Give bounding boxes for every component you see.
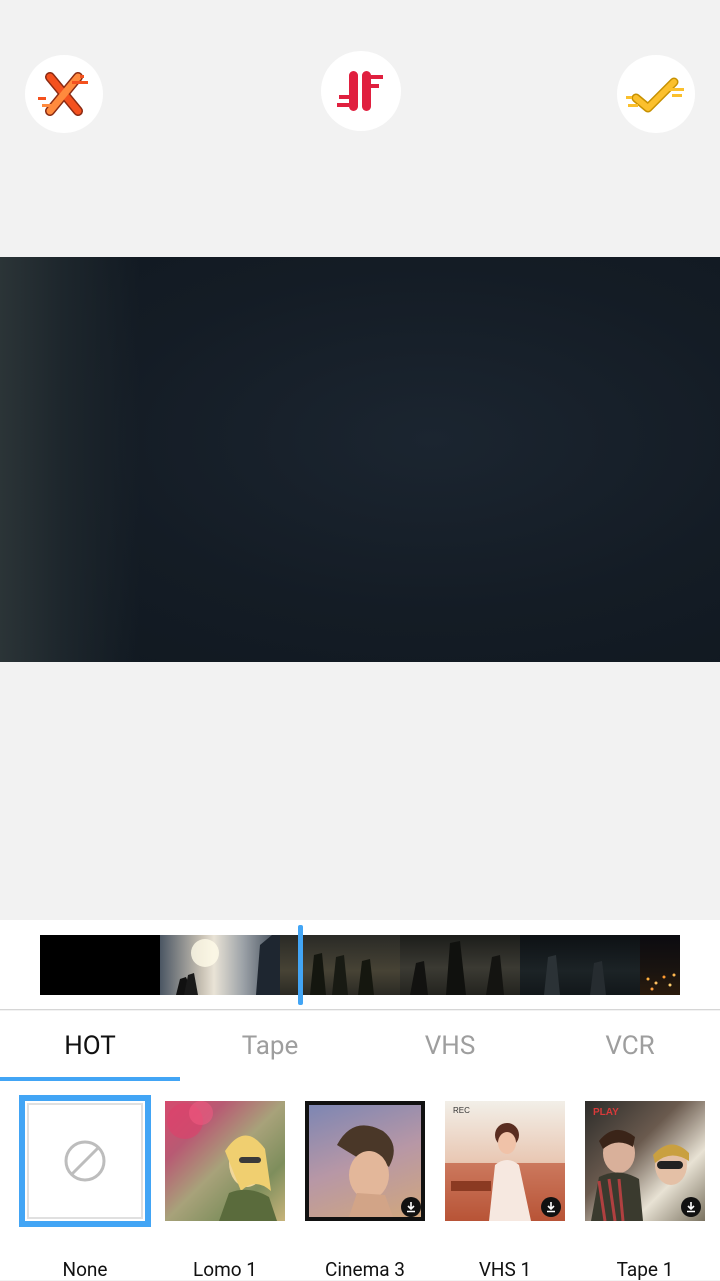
confirm-button[interactable] [617, 55, 695, 133]
download-icon [401, 1197, 421, 1217]
filter-thumbnail [305, 1101, 425, 1221]
none-thumbnail [27, 1103, 143, 1219]
top-toolbar [0, 0, 720, 257]
compare-icon [337, 71, 383, 111]
svg-text:PLAY: PLAY [593, 1107, 619, 1118]
timeline-frame [520, 935, 640, 995]
timeline-frame [40, 935, 160, 995]
tab-vcr[interactable]: VCR [540, 1011, 720, 1081]
filter-tape-1[interactable]: PLAY Tape 1 [585, 1101, 705, 1281]
tab-tape[interactable]: Tape [180, 1011, 360, 1081]
filter-label: None [62, 1258, 108, 1281]
video-preview[interactable] [0, 257, 720, 662]
filter-label: Lomo 1 [193, 1258, 257, 1281]
filter-list: None Lomo 1 Cinema 3 REC VHS 1 PLAY Tape… [0, 1081, 720, 1281]
filter-vhs-1[interactable]: REC VHS 1 [445, 1101, 565, 1281]
filter-lomo-1[interactable]: Lomo 1 [165, 1101, 285, 1281]
frame-strip[interactable] [40, 935, 680, 995]
timeline-frame [160, 935, 280, 995]
tab-hot[interactable]: HOT [0, 1011, 180, 1081]
filter-thumbnail: PLAY [585, 1101, 705, 1221]
svg-text:REC: REC [453, 1106, 470, 1115]
preview-background [0, 662, 720, 920]
checkmark-icon [626, 77, 684, 113]
download-icon [681, 1197, 701, 1217]
selected-frame [19, 1095, 151, 1227]
playhead[interactable] [298, 925, 303, 1005]
filter-label: Cinema 3 [325, 1258, 405, 1281]
timeline[interactable] [0, 920, 720, 1010]
cancel-button[interactable] [25, 55, 103, 133]
filter-thumbnail: REC [445, 1101, 565, 1221]
compare-button[interactable] [321, 51, 401, 131]
filter-label: Tape 1 [616, 1258, 674, 1281]
filter-cinema-3[interactable]: Cinema 3 [305, 1101, 425, 1281]
filter-category-tabs: HOT Tape VHS VCR [0, 1011, 720, 1081]
filter-thumbnail [165, 1101, 285, 1221]
close-x-icon [38, 72, 88, 116]
download-icon [541, 1197, 561, 1217]
filter-label: VHS 1 [478, 1258, 532, 1281]
tab-vhs[interactable]: VHS [360, 1011, 540, 1081]
timeline-frame [640, 935, 680, 995]
timeline-frame [400, 935, 520, 995]
none-icon [64, 1140, 106, 1182]
